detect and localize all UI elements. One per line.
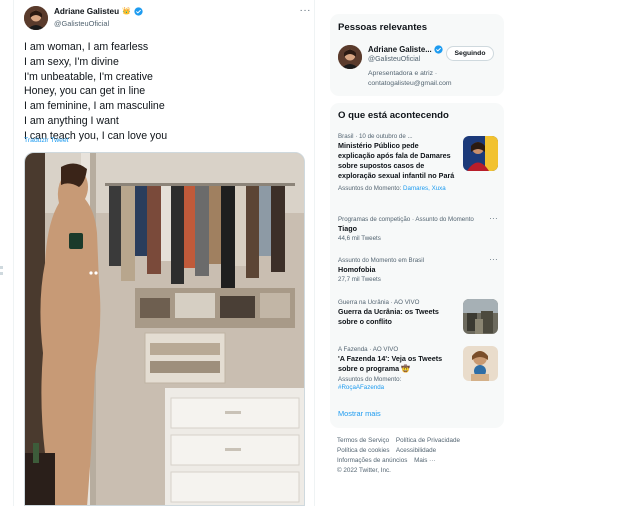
trend-subtopics-label: Assuntos do Momento: [338, 185, 402, 192]
author-handle[interactable]: @GalisteuOficial [54, 19, 109, 28]
trend-meta: Programas de competição · Assunto do Mom… [338, 216, 474, 223]
tweet-line: Honey, you can get in line [24, 85, 146, 98]
person-handle[interactable]: @GalisteuOficial [368, 56, 420, 63]
trend-title: Ministério Público pede explicação após … [338, 141, 455, 180]
verified-badge-icon [434, 45, 443, 54]
tweet-media-photo[interactable] [24, 152, 305, 506]
tweet-line: I am sexy, I'm divine [24, 55, 119, 68]
sidebar-footer: Termos de Serviço Política de Privacidad… [337, 436, 507, 476]
footer-more-link[interactable]: Mais ··· [414, 457, 435, 464]
more-options-icon[interactable]: ··· [300, 6, 312, 16]
author-name[interactable]: Adriane Galisteu [54, 7, 119, 16]
scroll-indicator [0, 266, 3, 280]
trend-tweet-count: 44,6 mil Tweets [338, 235, 381, 242]
footer-link[interactable]: Política de Privacidade [396, 437, 460, 444]
tweet-line: I'm unbeatable, I'm creative [24, 70, 153, 83]
show-more-link[interactable]: Mostrar mais [338, 409, 381, 418]
trend-title: Guerra da Ucrânia: os Tweets sobre o con… [338, 307, 439, 326]
tweet-column: Adriane Galisteu 👑 @GalisteuOficial ··· … [13, 0, 315, 506]
trend-title: 'A Fazenda 14': Veja os Tweets sobre o p… [338, 354, 443, 373]
person-name[interactable]: Adriane Galiste... [368, 45, 432, 54]
person-bio-line: Apresentadora e atriz · [368, 70, 438, 77]
trend-thumbnail [463, 346, 498, 381]
following-button[interactable]: Seguindo [446, 46, 494, 61]
tweet-header: Adriane Galisteu 👑 @GalisteuOficial ··· [24, 6, 314, 36]
person-bio: Apresentadora e atriz · contatogalisteu@… [368, 69, 498, 88]
trends-title: O que está acontecendo [338, 110, 449, 121]
trend-thumbnail [463, 136, 498, 171]
translate-tweet-link[interactable]: Traduzir Tweet [24, 137, 69, 144]
trend-title: Homofobia [338, 265, 376, 274]
trend-subtopics-links[interactable]: Damares, Xuxa [403, 185, 446, 192]
person-avatar[interactable] [338, 45, 362, 69]
footer-link[interactable]: Informações de anúncios [337, 457, 407, 464]
trend-item[interactable]: Programas de competição · Assunto do Mom… [338, 215, 498, 243]
more-options-icon[interactable]: ··· [489, 256, 498, 264]
trend-item[interactable]: A Fazenda · AO VIVO 'A Fazenda 14': Veja… [338, 346, 498, 392]
trend-item[interactable]: Guerra na Ucrânia · AO VIVO Guerra da Uc… [338, 299, 498, 334]
trend-item[interactable]: Brasil · 10 de outubro de ... Ministério… [338, 133, 498, 193]
author-avatar[interactable] [24, 6, 48, 30]
footer-link[interactable]: Política de cookies [337, 447, 390, 454]
more-options-icon[interactable]: ··· [489, 215, 498, 223]
relevant-people-card: Pessoas relevantes Adriane Galiste... @G… [330, 14, 504, 96]
verified-badge-icon [134, 7, 143, 16]
tweet-line: I am anything I want [24, 114, 119, 127]
trend-title: Tiago [338, 224, 358, 233]
trends-card: O que está acontecendo Brasil · 10 de ou… [330, 103, 504, 428]
person-bio-email[interactable]: contatogalisteu@gmail.com [368, 79, 498, 89]
relevant-people-title: Pessoas relevantes [338, 22, 428, 33]
footer-link[interactable]: Acessibilidade [396, 447, 436, 454]
crown-emoji-icon: 👑 [122, 8, 131, 15]
trend-subtopics: Assuntos do Momento: Damares, Xuxa [338, 185, 498, 193]
tweet-line: I am feminine, I am masculine [24, 100, 165, 113]
copyright: © 2022 Twitter, Inc. [337, 467, 391, 474]
trend-subtopics-links[interactable]: #RoçaAFazenda [338, 384, 498, 392]
trend-item[interactable]: Assunto do Momento em Brasil Homofobia 2… [338, 256, 498, 284]
trend-meta: Assunto do Momento em Brasil [338, 257, 424, 264]
trend-tweet-count: 27,7 mil Tweets [338, 276, 381, 283]
tweet-line: I am woman, I am fearless [24, 41, 149, 53]
trend-thumbnail [463, 299, 498, 334]
tweet-text: I am woman, I am fearless I am sexy, I'm… [24, 40, 309, 144]
footer-link[interactable]: Termos de Serviço [337, 437, 389, 444]
